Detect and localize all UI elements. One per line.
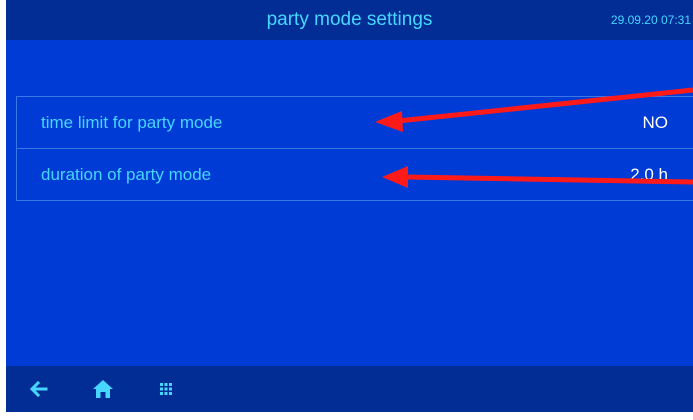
- back-button[interactable]: [24, 374, 54, 404]
- setting-value-duration[interactable]: 2,0 h: [630, 149, 668, 200]
- setting-row-duration[interactable]: duration of party mode 2,0 h: [16, 148, 693, 201]
- home-icon: [93, 380, 113, 398]
- home-button[interactable]: [88, 374, 118, 404]
- party-mode-settings-screen: party mode settings 29.09.20 07:31 time …: [6, 0, 693, 412]
- header-bar: party mode settings 29.09.20 07:31: [6, 0, 693, 40]
- setting-label-time-limit: time limit for party mode: [41, 113, 223, 132]
- settings-list: time limit for party mode NO duration of…: [16, 96, 693, 201]
- footer-nav-bar: [6, 366, 693, 412]
- menu-button[interactable]: [151, 374, 181, 404]
- back-arrow-icon: [29, 380, 48, 398]
- datetime-display: 29.09.20 07:31: [610, 13, 691, 27]
- setting-value-time-limit[interactable]: NO: [643, 97, 669, 148]
- setting-row-time-limit[interactable]: time limit for party mode NO: [16, 96, 693, 148]
- menu-grid-icon: [160, 383, 172, 395]
- page-title: party mode settings: [266, 9, 433, 30]
- setting-label-duration: duration of party mode: [41, 165, 212, 184]
